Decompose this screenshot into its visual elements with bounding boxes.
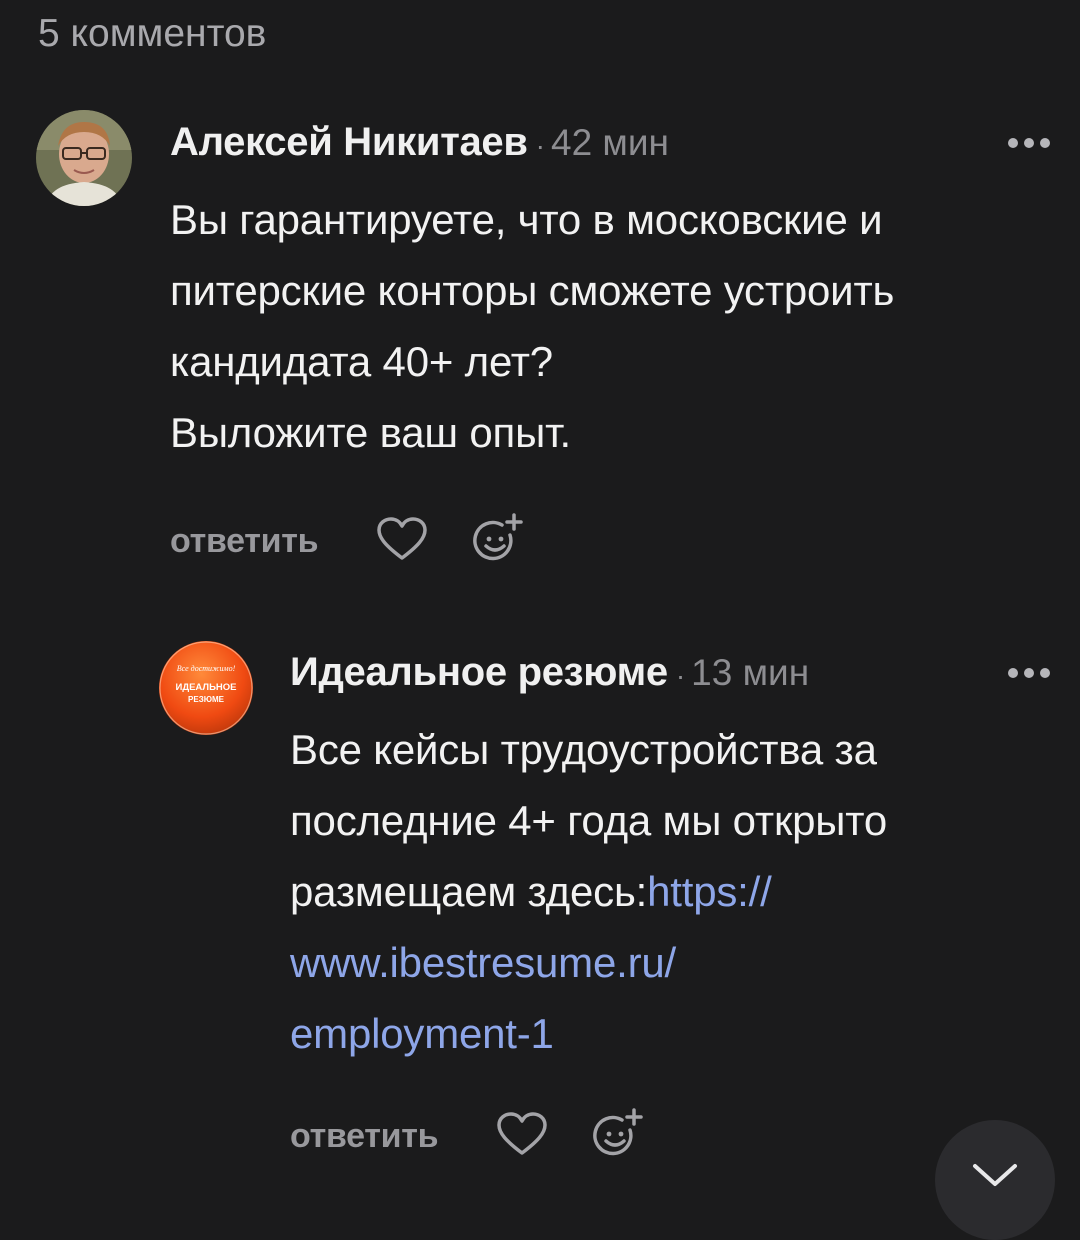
avatar-logo-line: РЕЗЮМЕ [188, 695, 225, 704]
comment-line: Вы гарантируете, что в московские и [170, 196, 883, 243]
comment-link[interactable]: www.ibestresume.ru/ [290, 939, 676, 986]
comment-line: последние 4+ года мы открыто [290, 797, 888, 844]
avatar-logo-line: ИДЕАЛЬНОЕ [176, 682, 237, 693]
comments-count: 5 комментов [38, 12, 267, 55]
avatar[interactable] [36, 110, 132, 206]
comment-actions: ответить [170, 513, 524, 570]
comment-line: Все кейсы трудоустройства за [290, 726, 877, 773]
separator-dot: · [675, 660, 686, 691]
comment-text: Вы гарантируете, что в московские и пите… [170, 184, 1050, 468]
avatar-tagline: Все достижимо! [177, 664, 236, 673]
scroll-down-button[interactable] [935, 1120, 1055, 1240]
scroll-down-icon [973, 1164, 1017, 1186]
comment-time: 13 мин [691, 652, 810, 693]
add-reaction-icon[interactable] [472, 513, 524, 570]
comment-actions: ответить [290, 1108, 644, 1165]
comment-line: кандидата 40+ лет? [170, 338, 553, 385]
comment-line: размещаем здесь:https:// [290, 856, 1050, 927]
comment-line: питерские конторы сможете устроить [170, 267, 895, 314]
comment-text-fragment: размещаем здесь: [290, 868, 648, 915]
comment-author[interactable]: Идеальное резюме [290, 650, 668, 695]
comment-link[interactable]: employment-1 [290, 1010, 554, 1057]
reply-button[interactable]: ответить [290, 1117, 439, 1156]
heart-icon[interactable] [496, 1111, 548, 1162]
reply-button[interactable]: ответить [170, 522, 319, 561]
comment-link[interactable]: https:// [647, 868, 772, 915]
comment-author[interactable]: Алексей Никитаев [170, 120, 528, 165]
comment-time: 42 мин [551, 122, 669, 163]
comment-line: Выложите ваш опыт. [170, 409, 571, 456]
separator-dot: · [535, 130, 545, 161]
comment-text: Все кейсы трудоустройства за последние 4… [290, 714, 1050, 1069]
more-icon[interactable] [1008, 138, 1050, 148]
add-reaction-icon[interactable] [592, 1108, 644, 1165]
more-icon[interactable] [1008, 668, 1050, 678]
heart-icon[interactable] [376, 516, 428, 567]
avatar[interactable]: Все достижимо! ИДЕАЛЬНОЕ РЕЗЮМЕ [158, 640, 254, 736]
